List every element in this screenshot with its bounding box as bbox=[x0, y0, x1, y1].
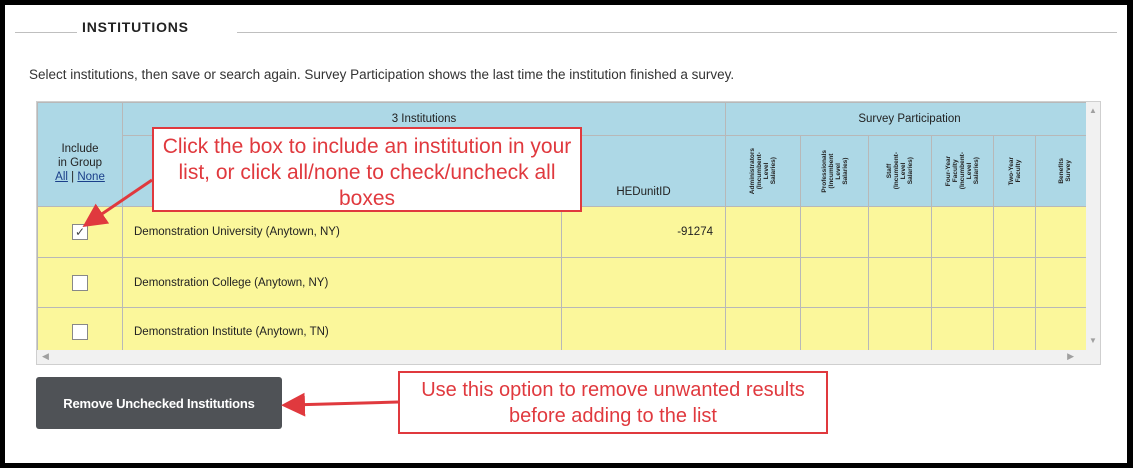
intro-text: Select institutions, then save or search… bbox=[29, 67, 735, 82]
section-title: INSTITUTIONS bbox=[82, 19, 189, 35]
institution-name: Demonstration University (Anytown, NY) bbox=[122, 206, 562, 258]
include-checkbox[interactable]: ✓ bbox=[72, 224, 88, 240]
section-divider-right bbox=[237, 32, 1117, 33]
scroll-up-icon[interactable]: ▲ bbox=[1089, 106, 1097, 115]
institution-name: Demonstration College (Anytown, NY) bbox=[122, 257, 562, 308]
scroll-down-icon[interactable]: ▼ bbox=[1089, 336, 1097, 345]
table-row: Demonstration College (Anytown, NY) bbox=[37, 257, 1094, 308]
vertical-scrollbar[interactable]: ▲ ▼ bbox=[1086, 102, 1100, 364]
include-tip-callout: Click the box to include an institution … bbox=[152, 127, 582, 212]
hedunitid-value: -91274 bbox=[561, 206, 726, 258]
link-separator: | bbox=[71, 170, 75, 183]
include-header: Include in Group All | None bbox=[37, 102, 123, 207]
survey-participation-header: Survey Participation bbox=[725, 102, 1094, 136]
survey-col-staff: Staff (Incumbent- Level Salaries) bbox=[868, 135, 932, 207]
table-row: ✓ Demonstration University (Anytown, NY)… bbox=[37, 206, 1094, 258]
survey-col-benefits: Benefits Survey bbox=[1035, 135, 1094, 207]
section-divider-left bbox=[15, 32, 77, 33]
hedunitid-header: HEDunitID bbox=[561, 135, 726, 207]
hedunitid-value bbox=[561, 257, 726, 308]
include-checkbox[interactable] bbox=[72, 324, 88, 340]
survey-col-two-year-faculty: Two-Year Faculty bbox=[993, 135, 1036, 207]
scroll-right-icon[interactable]: ▶ bbox=[1067, 351, 1074, 362]
remove-unchecked-button[interactable]: Remove Unchecked Institutions bbox=[36, 377, 282, 429]
survey-col-administrators: Administrators (Incumbent- Level Salarie… bbox=[725, 135, 801, 207]
include-label: Include bbox=[61, 142, 99, 155]
include-checkbox[interactable] bbox=[72, 274, 88, 291]
survey-col-four-year-faculty: Four-Year Faculty (Incumbent- Level Sala… bbox=[931, 135, 994, 207]
survey-col-professionals: Professionals (Incumbent Level Salaries) bbox=[800, 135, 869, 207]
include-label-line2: in Group bbox=[57, 156, 103, 169]
horizontal-scrollbar[interactable]: ◀ ▶ bbox=[37, 350, 1086, 364]
remove-tip-callout: Use this option to remove unwanted resul… bbox=[398, 371, 828, 434]
scroll-left-icon[interactable]: ◀ bbox=[42, 351, 49, 362]
select-all-link[interactable]: All bbox=[55, 171, 68, 183]
select-none-link[interactable]: None bbox=[77, 171, 105, 183]
